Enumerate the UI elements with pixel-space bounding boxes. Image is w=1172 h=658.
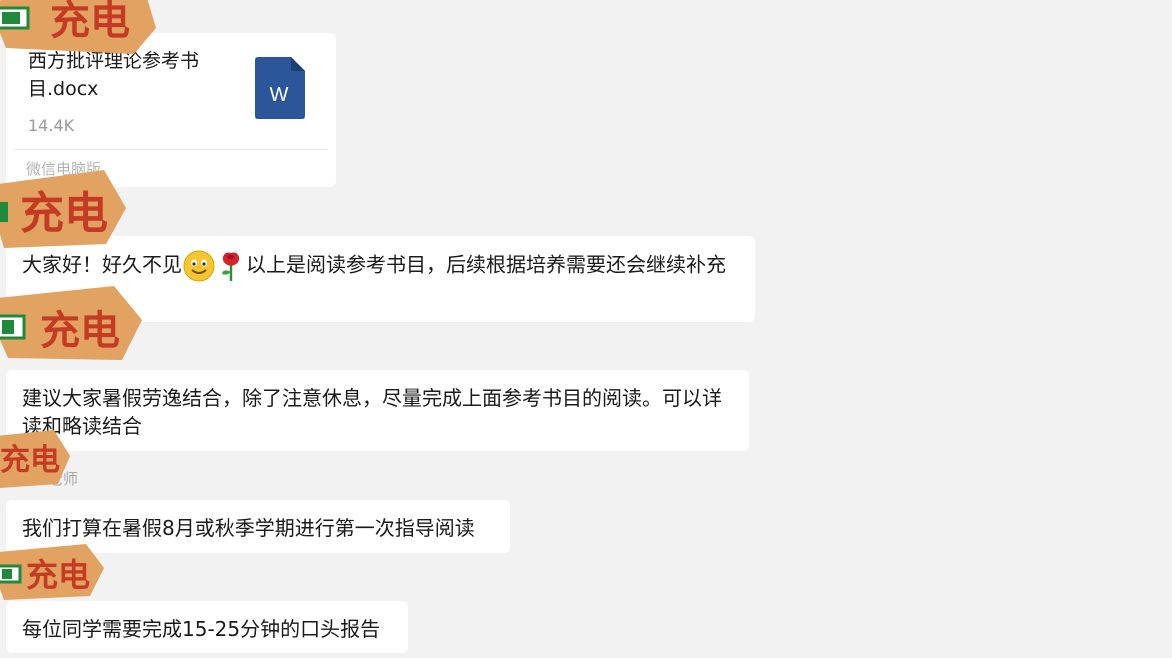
rose-emoji-icon [222, 252, 240, 281]
message-text-part1: 大家好！好久不见 [22, 252, 182, 277]
word-icon-letter: W [270, 84, 289, 106]
message-text: 每位同学需要完成15-25分钟的口头报告 [22, 617, 381, 641]
sticker-label: 充电 [20, 188, 108, 239]
charging-sticker-icon: 充电 [0, 286, 142, 360]
message-bubble-2[interactable]: 建议大家暑假劳逸结合，除了注意休息，尽量完成上面参考书目的阅读。可以详读和略读结… [6, 370, 749, 451]
word-document-icon: W [255, 57, 305, 119]
message-text: 建议大家暑假劳逸结合，除了注意休息，尽量完成上面参考书目的阅读。可以详读和略读结… [22, 386, 722, 438]
file-message-card[interactable]: 西方批评理论参考书目.docx 14.4K W 微信电脑版 [6, 33, 336, 187]
file-name: 西方批评理论参考书目.docx [28, 50, 200, 100]
card-divider [14, 149, 328, 150]
charging-sticker-icon: 充电 [0, 430, 70, 488]
message-text: 我们打算在暑假8月或秋季学期进行第一次指导阅读 [22, 516, 475, 540]
sticker-label: 充电 [26, 556, 90, 594]
message-text-part2: 以上是阅读参考书目，后续根据培养需要还会继续补充 [246, 252, 726, 277]
message-bubble-4[interactable]: 每位同学需要完成15-25分钟的口头报告 [6, 601, 408, 653]
sticker-label: 充电 [0, 443, 60, 478]
file-size: 14.4K [28, 116, 75, 135]
charging-sticker-icon: 充电 [0, 0, 156, 54]
smiley-emoji-icon [183, 250, 215, 282]
sticker-label: 充电 [50, 0, 130, 44]
charging-sticker-icon: 充电 [0, 170, 126, 248]
charging-sticker-icon: 充电 [0, 544, 104, 600]
sticker-label: 充电 [40, 308, 120, 354]
